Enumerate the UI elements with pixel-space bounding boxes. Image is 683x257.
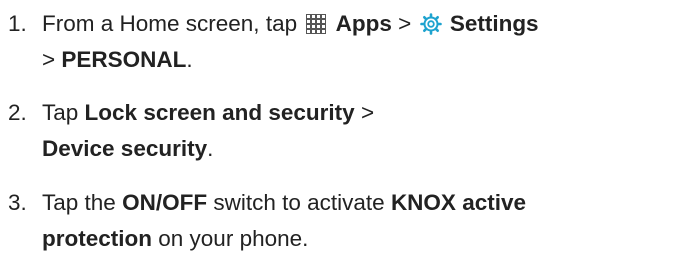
knox-label-cont: protection: [42, 226, 152, 251]
period: .: [186, 47, 193, 72]
step-text-part: Tap the: [42, 190, 116, 215]
lock-screen-label: Lock screen and security: [84, 100, 355, 125]
step-number: 3.: [8, 190, 27, 215]
separator: >: [360, 100, 375, 125]
apps-grid-icon: [305, 10, 327, 34]
separator: >: [42, 47, 56, 72]
settings-label: Settings: [449, 11, 539, 36]
knox-label: KNOX active: [390, 190, 526, 215]
step-line: Device security.: [42, 131, 374, 167]
step-text: Tap the ON/OFF switch to activate KNOX a…: [42, 185, 526, 257]
step-text: From a Home screen, tap Apps > Settings …: [42, 6, 539, 78]
instruction-steps: 1. From a Home screen, tap Apps > Settin…: [0, 0, 683, 257]
step-line: Tap Lock screen and security >: [42, 95, 374, 131]
step-text: Tap Lock screen and security > Device se…: [42, 95, 374, 167]
step-line: From a Home screen, tap Apps > Settings: [42, 6, 539, 42]
personal-label: PERSONAL: [61, 47, 187, 72]
step-line: protection on your phone.: [42, 221, 526, 257]
step-number: 2.: [8, 100, 27, 125]
step-line: > PERSONAL.: [42, 42, 539, 78]
period: .: [207, 136, 214, 161]
separator: >: [398, 11, 412, 36]
step-number: 1.: [8, 11, 27, 36]
settings-gear-icon: [419, 10, 442, 35]
device-security-label: Device security: [42, 136, 208, 161]
onoff-label: ON/OFF: [122, 190, 208, 215]
step-line: Tap the ON/OFF switch to activate KNOX a…: [42, 185, 526, 221]
step-text-part: From a Home screen, tap: [42, 11, 298, 36]
step-text-part: switch to activate: [213, 190, 385, 215]
step-text-part: Tap: [42, 100, 79, 125]
apps-label: Apps: [335, 11, 392, 36]
step-text-part: on your phone.: [158, 226, 309, 251]
